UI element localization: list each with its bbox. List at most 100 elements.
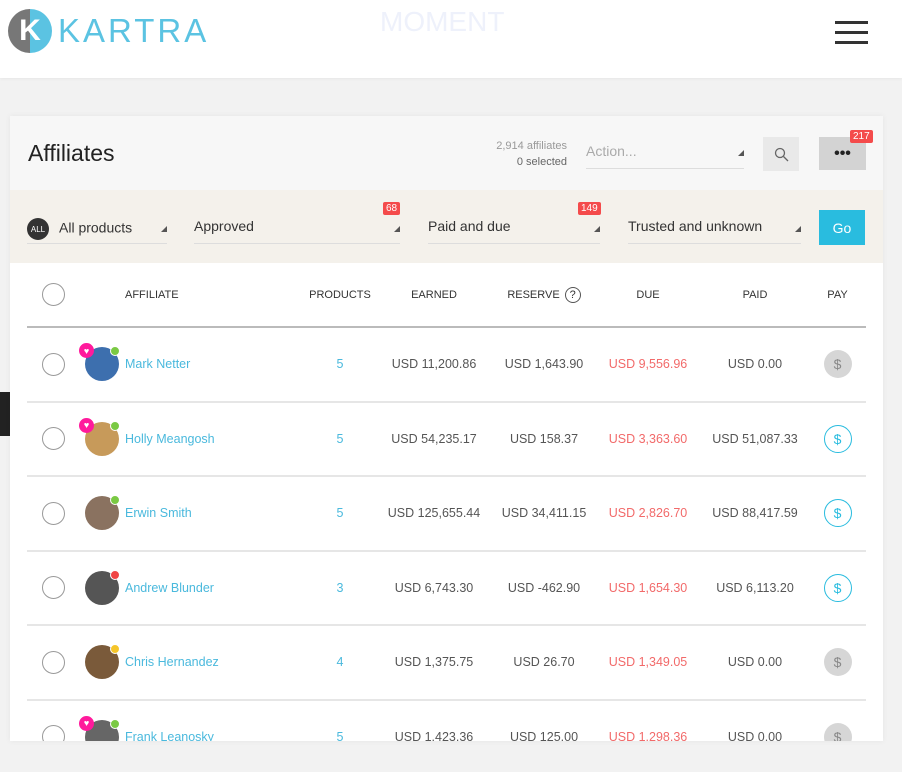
- panel-header: Affiliates 2,914 affiliates 0 selected A…: [10, 116, 883, 190]
- products-link[interactable]: 4: [305, 625, 375, 701]
- logo-mark: K: [8, 9, 52, 53]
- logo-text: KARTRA: [58, 12, 210, 49]
- payment-filter[interactable]: Paid and due: [428, 212, 600, 244]
- reserve-value: USD -462.90: [493, 550, 595, 626]
- affiliate-name-link[interactable]: Chris Hernandez: [125, 625, 305, 701]
- page-title: Affiliates: [28, 140, 115, 166]
- affiliate-name-link[interactable]: Erwin Smith: [125, 476, 305, 552]
- status-dot: [110, 420, 120, 431]
- products-link[interactable]: 5: [305, 401, 375, 477]
- products-filter-label: All products: [59, 219, 133, 236]
- affiliate-name-link[interactable]: Andrew Blunder: [125, 550, 305, 626]
- due-value: USD 3,363.60: [595, 401, 701, 477]
- paid-value: USD 6,113.20: [701, 550, 809, 626]
- select-all-checkbox[interactable]: [41, 283, 65, 306]
- products-link[interactable]: 5: [305, 327, 375, 403]
- status-dot: [110, 569, 120, 580]
- help-icon[interactable]: ?: [564, 286, 581, 303]
- reserve-value: USD 26.70: [493, 625, 595, 701]
- dropdown-arrow-icon: [738, 150, 744, 156]
- dropdown-arrow-icon: [394, 226, 400, 232]
- reserve-value: USD 125.00: [493, 699, 595, 741]
- avatar: [85, 569, 120, 605]
- table-row: ♥ Frank Leanosky 5 USD 1,423.36 USD 125.…: [27, 699, 866, 741]
- avatar: ♥: [79, 417, 120, 456]
- heart-icon: ♥: [79, 715, 94, 731]
- products-link[interactable]: 5: [305, 476, 375, 552]
- col-affiliate[interactable]: AFFILIATE: [125, 263, 305, 328]
- status-dot: [110, 346, 120, 357]
- row-checkbox[interactable]: [41, 427, 65, 451]
- avatar: [85, 644, 120, 680]
- pay-dollar-icon[interactable]: $: [823, 722, 852, 741]
- status-dot: [110, 495, 120, 506]
- col-products[interactable]: PRODUCTS: [305, 263, 375, 328]
- kartra-logo[interactable]: K KARTRA: [8, 9, 209, 53]
- counts: 2,914 affiliates 0 selected: [496, 138, 567, 170]
- col-paid[interactable]: PAID: [701, 263, 809, 328]
- row-checkbox[interactable]: [41, 576, 65, 600]
- all-badge: ALL: [27, 218, 49, 240]
- selected-count: 0 selected: [516, 156, 567, 168]
- dropdown-arrow-icon: [594, 226, 600, 232]
- products-filter[interactable]: ALL All products: [27, 212, 167, 244]
- search-button[interactable]: [763, 137, 799, 171]
- pay-dollar-icon[interactable]: $: [823, 424, 852, 453]
- earned-value: USD 6,743.30: [375, 550, 493, 626]
- affiliate-name-link[interactable]: Mark Netter: [125, 327, 305, 403]
- status-filter-label: Approved: [194, 218, 254, 234]
- products-link[interactable]: 3: [305, 550, 375, 626]
- affiliates-panel: Affiliates 2,914 affiliates 0 selected A…: [10, 116, 883, 741]
- col-pay: PAY: [809, 263, 866, 328]
- avatar: [85, 495, 120, 531]
- status-dot: [110, 644, 120, 655]
- status-dot: [110, 718, 120, 729]
- action-select[interactable]: Action...: [586, 136, 744, 169]
- pay-dollar-icon[interactable]: $: [823, 573, 852, 602]
- row-checkbox[interactable]: [41, 352, 65, 376]
- more-badge: 217: [850, 130, 873, 143]
- pay-dollar-icon[interactable]: $: [823, 350, 852, 379]
- affiliate-name-link[interactable]: Frank Leanosky: [125, 699, 305, 741]
- row-checkbox[interactable]: [41, 501, 65, 525]
- dropdown-arrow-icon: [795, 226, 801, 232]
- products-link[interactable]: 5: [305, 699, 375, 741]
- trust-filter-label: Trusted and unknown: [628, 218, 763, 234]
- due-value: USD 1,349.05: [595, 625, 701, 701]
- paid-value: USD 0.00: [701, 327, 809, 403]
- action-placeholder: Action...: [586, 143, 637, 159]
- affiliate-count: 2,914 affiliates: [496, 140, 567, 152]
- col-earned[interactable]: EARNED: [375, 263, 493, 328]
- due-value: USD 2,826.70: [595, 476, 701, 552]
- status-filter[interactable]: Approved: [194, 212, 400, 244]
- table-row: Chris Hernandez 4 USD 1,375.75 USD 26.70…: [27, 625, 866, 701]
- row-checkbox[interactable]: [41, 725, 65, 741]
- col-reserve-label: RESERVE: [507, 288, 560, 301]
- pay-dollar-icon[interactable]: $: [823, 648, 852, 677]
- trust-filter[interactable]: Trusted and unknown: [628, 212, 801, 244]
- earned-value: USD 54,235.17: [375, 401, 493, 477]
- go-button[interactable]: Go: [819, 210, 865, 245]
- reserve-value: USD 158.37: [493, 401, 595, 477]
- top-bar: K KARTRA MOMENT: [0, 0, 902, 78]
- due-value: USD 9,556.96: [595, 327, 701, 403]
- col-reserve[interactable]: RESERVE?: [493, 263, 595, 328]
- earned-value: USD 11,200.86: [375, 327, 493, 403]
- earned-value: USD 125,655.44: [375, 476, 493, 552]
- hamburger-menu-icon[interactable]: [835, 21, 868, 51]
- avatar: ♥: [79, 715, 120, 741]
- table-row: ♥ Holly Meangosh 5 USD 54,235.17 USD 158…: [27, 401, 866, 477]
- affiliate-name-link[interactable]: Holly Meangosh: [125, 401, 305, 477]
- affiliates-table: AFFILIATE PRODUCTS EARNED RESERVE? DUE P…: [27, 263, 866, 741]
- moment-watermark: MOMENT: [380, 6, 505, 37]
- due-value: USD 1,654.30: [595, 550, 701, 626]
- table-row: Erwin Smith 5 USD 125,655.44 USD 34,411.…: [27, 476, 866, 552]
- pay-dollar-icon[interactable]: $: [823, 499, 852, 528]
- earned-value: USD 1,423.36: [375, 699, 493, 741]
- due-value: USD 1,298.36: [595, 699, 701, 741]
- avatar: ♥: [79, 343, 120, 382]
- paid-value: USD 0.00: [701, 625, 809, 701]
- paid-value: USD 0.00: [701, 699, 809, 741]
- col-due[interactable]: DUE: [595, 263, 701, 328]
- row-checkbox[interactable]: [41, 650, 65, 674]
